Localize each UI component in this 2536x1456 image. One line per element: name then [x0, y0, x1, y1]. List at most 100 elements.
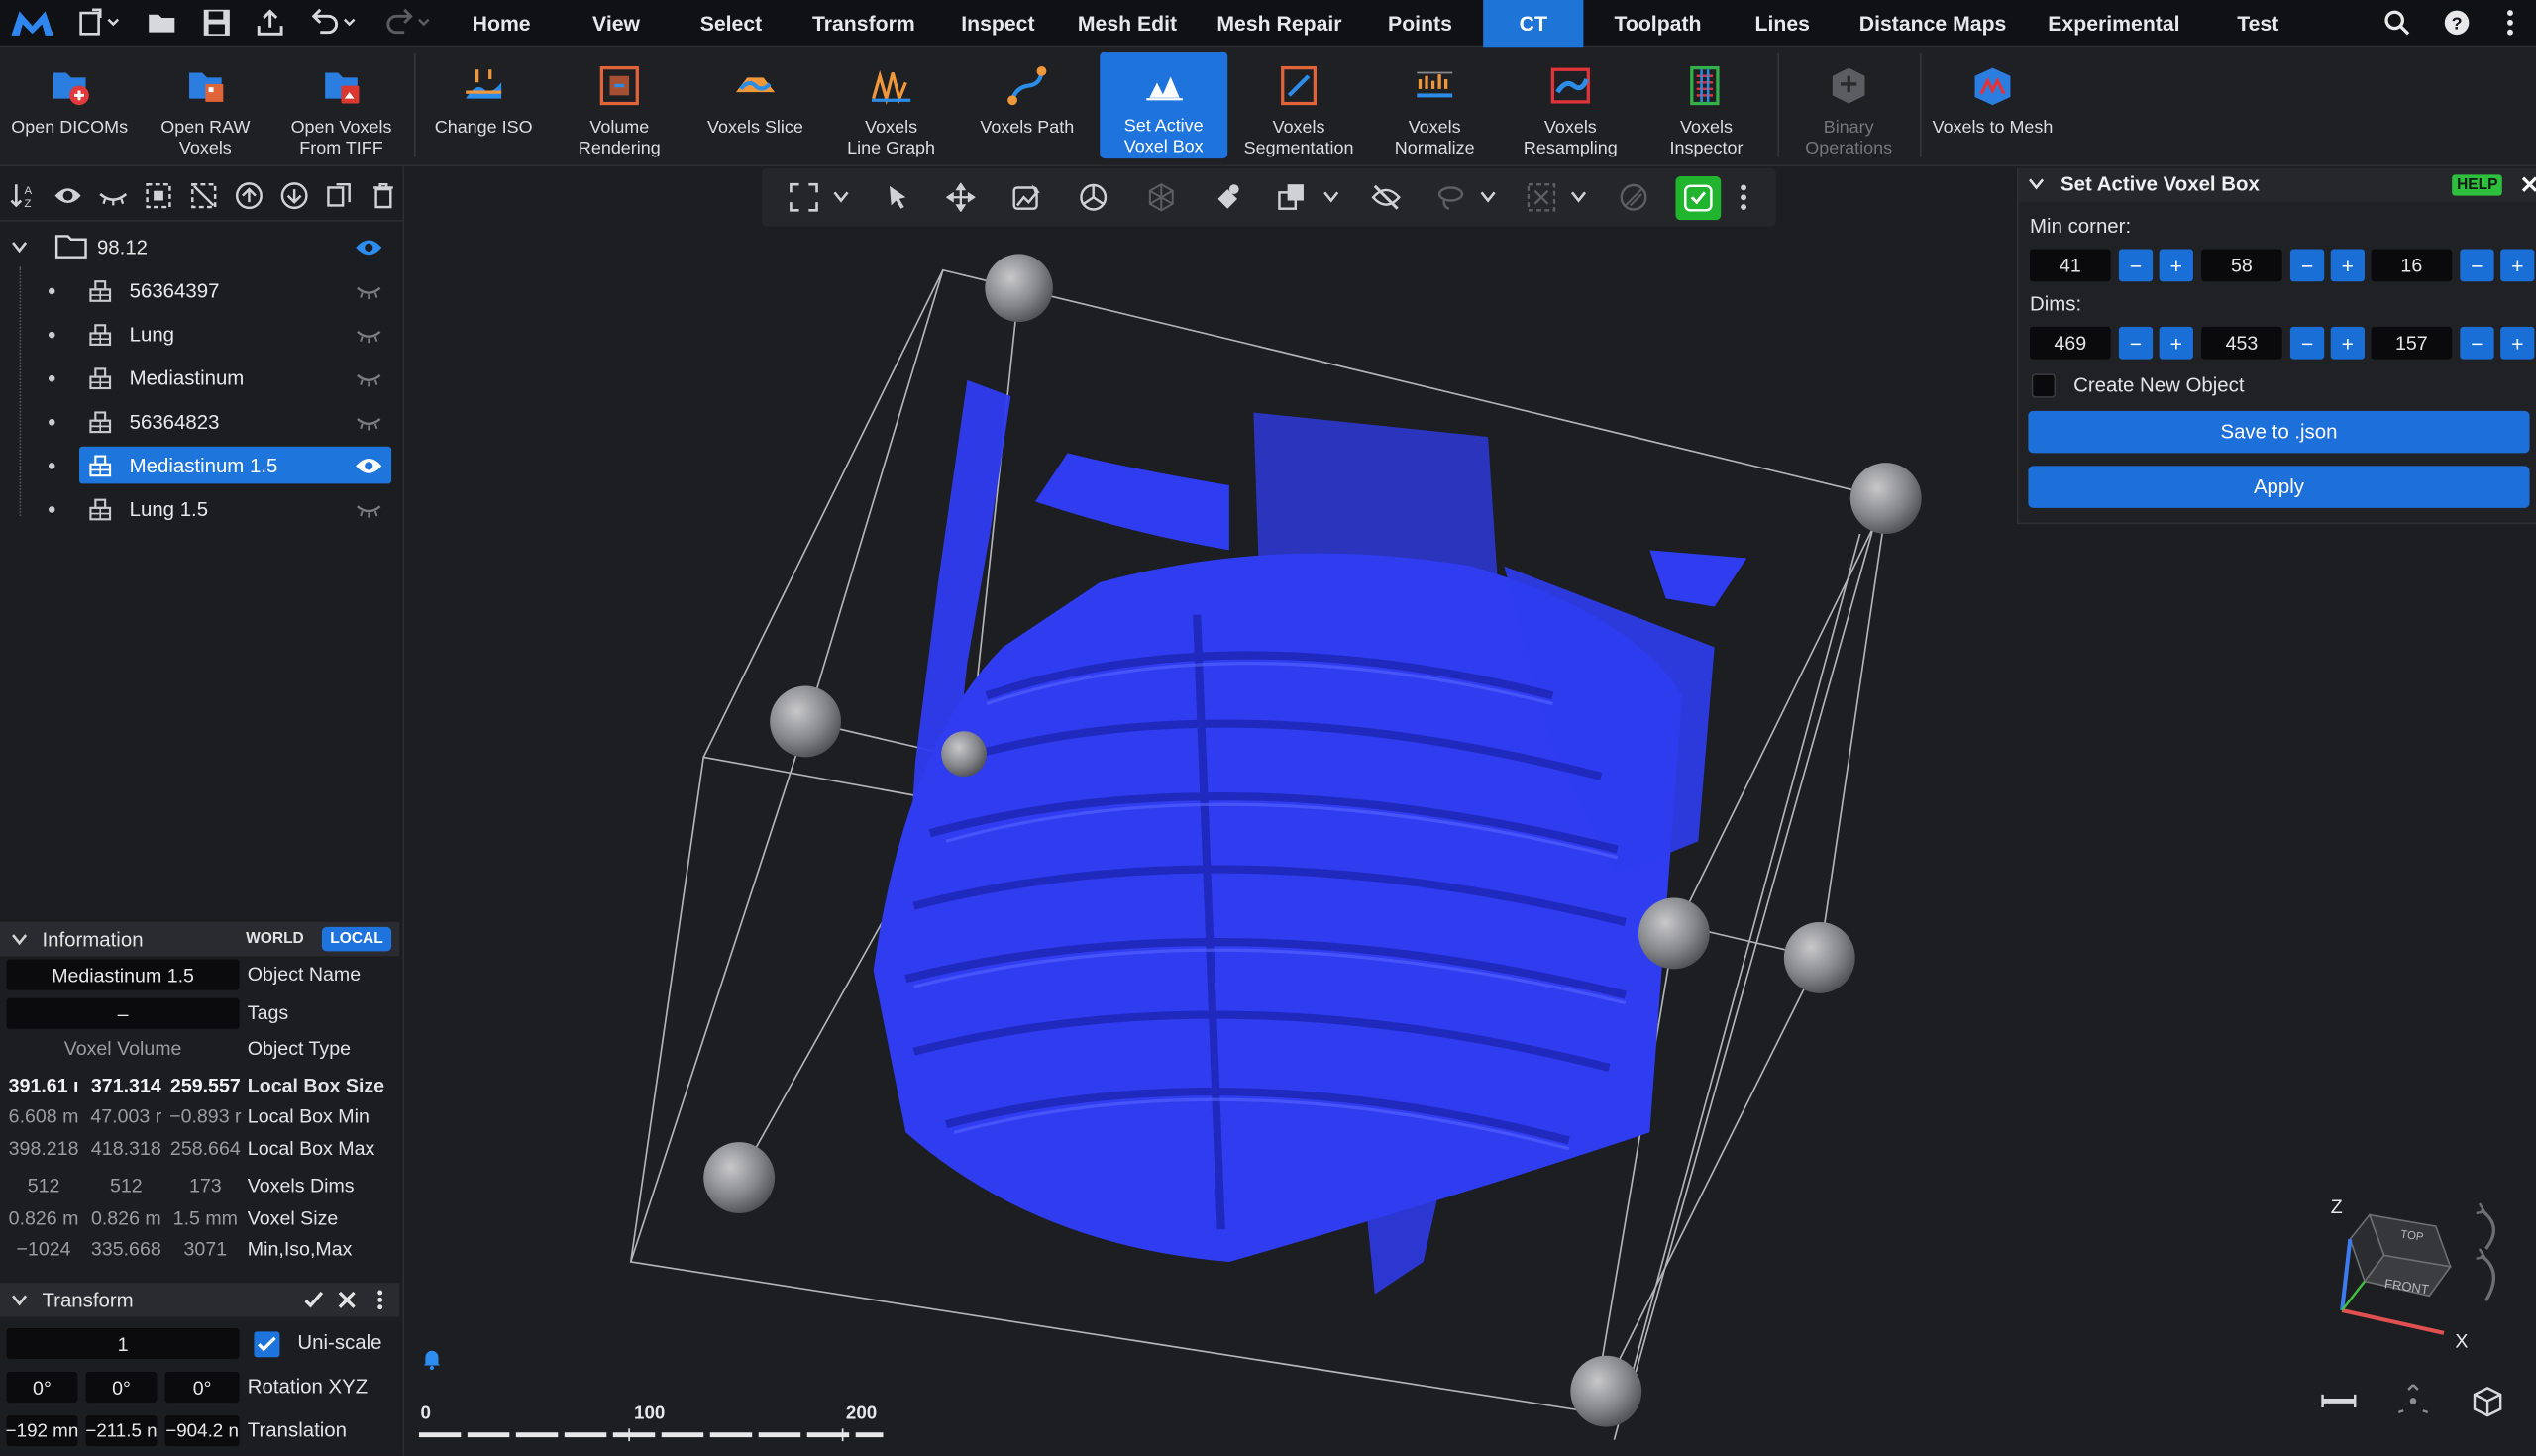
increment-button[interactable]: + — [2330, 249, 2366, 282]
move-up-icon[interactable] — [235, 181, 264, 210]
menu-tab-transform[interactable]: Transform — [803, 0, 923, 47]
world-toggle[interactable]: WORLD — [240, 927, 311, 951]
chevron-down-icon[interactable] — [1480, 191, 1496, 204]
menu-tab-select[interactable]: Select — [687, 0, 775, 47]
set-active-voxel-box-button[interactable]: Set Active Voxel Box — [1100, 52, 1228, 159]
hidden-eye-icon[interactable] — [355, 281, 383, 301]
view-cube-toggle-icon[interactable] — [2472, 1385, 2504, 1417]
decrement-button[interactable]: − — [2460, 249, 2494, 282]
chevron-down-icon[interactable] — [1570, 191, 1587, 204]
open-dicoms-button[interactable]: Open DICOMs — [7, 51, 133, 160]
increment-button[interactable]: + — [2159, 326, 2193, 360]
new-file-icon[interactable] — [74, 7, 123, 40]
tree-item-56364397[interactable]: 56364397 — [0, 271, 404, 310]
dims-field-x[interactable]: 469 — [2030, 326, 2111, 360]
show-all-icon[interactable] — [53, 181, 82, 210]
apply-check-icon[interactable] — [304, 1291, 324, 1308]
menu-tab-mesh-edit[interactable]: Mesh Edit — [1069, 0, 1186, 47]
deselect-icon[interactable] — [189, 181, 218, 210]
min-corner-field-x[interactable]: 41 — [2030, 249, 2111, 282]
voxels-resampling-button[interactable]: Voxels Resampling — [1508, 51, 1634, 160]
tree-item-mediastinum[interactable]: Mediastinum — [0, 360, 404, 398]
uniscale-checkbox[interactable] — [254, 1331, 280, 1358]
save-to-json-button[interactable]: Save to .json — [2028, 410, 2530, 454]
tree-item-lung[interactable]: Lung — [0, 315, 404, 354]
decrement-button[interactable]: − — [2118, 326, 2154, 360]
scale-field[interactable]: 1 — [6, 1327, 240, 1359]
translation-y-field[interactable]: −211.5 n — [85, 1415, 158, 1447]
sort-icon[interactable]: AZ — [10, 181, 39, 210]
more-icon[interactable] — [376, 1290, 383, 1310]
select-cursor-icon[interactable] — [883, 183, 911, 212]
increment-button[interactable]: + — [2330, 326, 2366, 360]
decrement-button[interactable]: − — [2460, 326, 2494, 360]
menu-tab-lines[interactable]: Lines — [1744, 0, 1821, 47]
voxels-inspector-button[interactable]: Voxels Inspector — [1643, 51, 1769, 160]
close-icon[interactable] — [2521, 176, 2536, 192]
hidden-eye-icon[interactable] — [355, 325, 383, 345]
fit-view-icon[interactable] — [2395, 1382, 2431, 1417]
orbit-icon[interactable] — [1079, 183, 1108, 212]
help-icon[interactable]: ? — [2441, 7, 2474, 40]
voxels-slice-button[interactable]: Voxels Slice — [692, 51, 818, 160]
ruler-icon[interactable] — [2321, 1392, 2357, 1411]
more-icon[interactable] — [1741, 184, 1747, 211]
voxels-path-button[interactable]: Voxels Path — [964, 51, 1090, 160]
edit-image-icon[interactable] — [1012, 183, 1041, 212]
increment-button[interactable]: + — [2500, 326, 2535, 360]
voxels-to-mesh-button[interactable]: Voxels to Mesh — [1927, 51, 2060, 160]
local-toggle[interactable]: LOCAL — [321, 926, 392, 952]
rotation-z-field[interactable]: 0° — [164, 1372, 240, 1404]
min-corner-field-z[interactable]: 16 — [2371, 249, 2453, 282]
apply-button[interactable]: Apply — [2028, 466, 2530, 508]
lasso-icon[interactable] — [1436, 183, 1465, 212]
box-select-icon[interactable] — [1527, 183, 1556, 212]
disable-icon[interactable] — [1619, 183, 1647, 212]
decrement-button[interactable]: − — [2289, 249, 2325, 282]
hidden-eye-icon[interactable] — [355, 500, 383, 520]
rotation-x-field[interactable]: 0° — [6, 1372, 78, 1404]
object-name-field[interactable]: Mediastinum 1.5 — [6, 959, 240, 990]
undo-icon[interactable] — [307, 7, 363, 40]
confirm-toggle-button[interactable] — [1675, 176, 1722, 221]
more-icon[interactable] — [2499, 7, 2522, 40]
menu-tab-view[interactable]: View — [576, 0, 657, 47]
min-corner-field-y[interactable]: 58 — [2201, 249, 2282, 282]
increment-button[interactable]: + — [2159, 249, 2193, 282]
open-raw-voxels-button[interactable]: Open RAW Voxels — [143, 51, 268, 160]
tree-root[interactable]: 98.12 — [0, 228, 404, 266]
translation-x-field[interactable]: −192 mn — [6, 1415, 78, 1447]
volume-rendering-button[interactable]: Volume Rendering — [557, 51, 683, 160]
clone-icon[interactable] — [1278, 183, 1307, 212]
view-cube[interactable]: TOP FRONT Z X — [2323, 1194, 2525, 1363]
change-iso-button[interactable]: Change ISO — [421, 51, 547, 160]
menu-tab-ct[interactable]: CT — [1483, 0, 1584, 48]
rotation-y-field[interactable]: 0° — [85, 1372, 158, 1404]
mesh-icon[interactable] — [1147, 183, 1176, 212]
menu-tab-experimental[interactable]: Experimental — [2038, 0, 2189, 47]
save-icon[interactable] — [200, 7, 233, 40]
chevron-down-icon[interactable] — [11, 241, 28, 254]
tree-item-mediastinum-1-5[interactable]: Mediastinum 1.5 — [0, 446, 404, 485]
line-graph-button[interactable]: Voxels Line Graph — [828, 51, 954, 160]
hidden-eye-icon[interactable] — [355, 368, 383, 388]
menu-tab-distance-maps[interactable]: Distance Maps — [1851, 0, 2013, 47]
menu-tab-inspect[interactable]: Inspect — [948, 0, 1048, 47]
menu-tab-home[interactable]: Home — [453, 0, 550, 47]
delete-icon[interactable] — [369, 181, 397, 210]
move-down-icon[interactable] — [279, 181, 308, 210]
help-badge[interactable]: HELP — [2452, 174, 2503, 196]
fit-selection-icon[interactable] — [790, 182, 818, 212]
translation-z-field[interactable]: −904.2 n — [164, 1415, 240, 1447]
chevron-down-icon[interactable] — [833, 191, 849, 204]
menu-tab-mesh-repair[interactable]: Mesh Repair — [1210, 0, 1348, 47]
select-all-icon[interactable] — [144, 181, 172, 210]
open-tiff-button[interactable]: Open Voxels From TIFF — [278, 51, 404, 160]
decrement-button[interactable]: − — [2289, 326, 2325, 360]
visible-eye-icon[interactable] — [355, 238, 383, 258]
binary-operations-button[interactable]: Binary Operations — [1786, 51, 1912, 160]
search-icon[interactable] — [2380, 7, 2413, 40]
dims-field-z[interactable]: 157 — [2371, 326, 2453, 360]
hidden-eye-icon[interactable] — [355, 412, 383, 432]
tree-item-lung-1-5[interactable]: Lung 1.5 — [0, 490, 404, 529]
